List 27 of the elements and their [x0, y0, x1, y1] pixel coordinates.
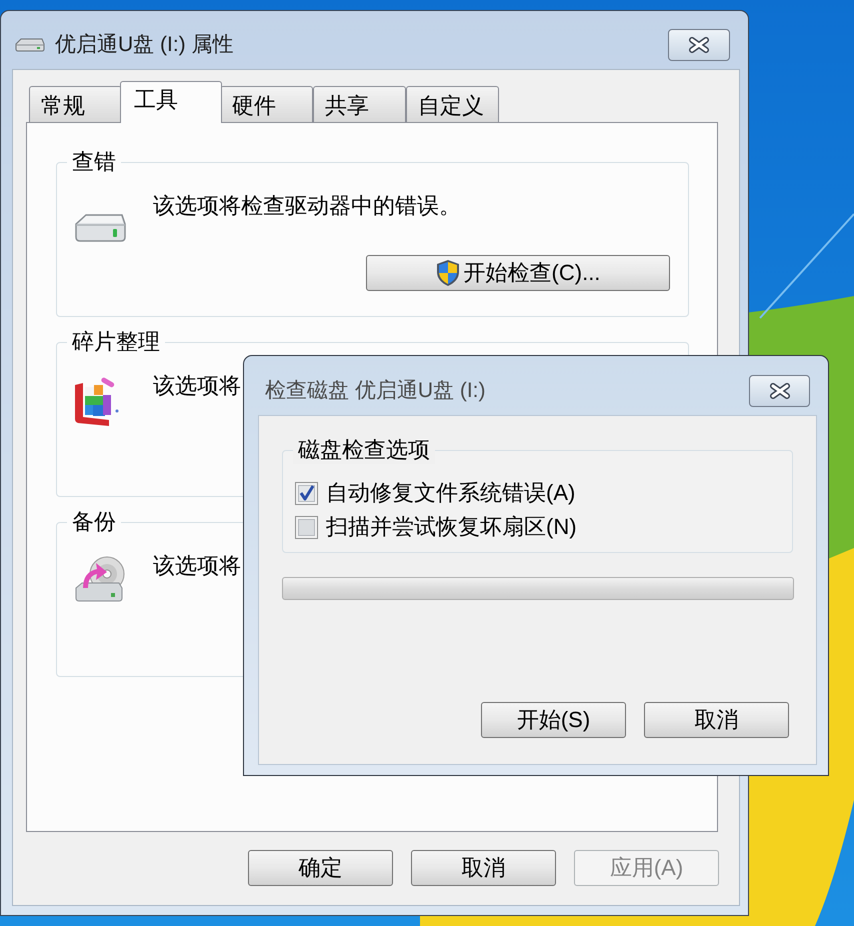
group-description: 该选项将 [153, 552, 241, 580]
window-title: 优启通U盘 (I:) 属性 [55, 32, 234, 58]
tab[interactable]: 常规 [29, 86, 122, 122]
dialog-button[interactable]: 开始(S) [481, 702, 626, 738]
disc-drive-icon [73, 554, 127, 604]
window-title: 检查磁盘 优启通U盘 (I:) [265, 378, 486, 404]
checkbox-label: 扫描并尝试恢复坏扇区(N) [326, 515, 577, 539]
check-now-button[interactable]: 开始检查(C)... [366, 255, 670, 291]
tab[interactable]: 自定义 [406, 86, 499, 122]
tab[interactable]: 工具 [120, 81, 222, 123]
checkbox[interactable] [295, 516, 318, 538]
tab[interactable]: 共享 [313, 86, 406, 122]
group-description: 该选项将 [153, 372, 241, 400]
close-icon [687, 37, 711, 53]
close-button[interactable] [668, 29, 730, 61]
close-icon [768, 383, 792, 399]
group-description: 该选项将检查驱动器中的错误。 [153, 192, 461, 220]
shield-icon [436, 259, 460, 287]
checkbox-label: 自动修复文件系统错误(A) [326, 481, 576, 505]
tab[interactable]: 硬件 [220, 86, 313, 122]
drive-icon [15, 38, 45, 52]
checkbox[interactable] [295, 482, 318, 504]
close-button[interactable] [749, 375, 810, 407]
dialog-button[interactable]: 取消 [644, 702, 789, 738]
dialog-button[interactable]: 确定 [248, 850, 393, 886]
dialog-button[interactable]: 取消 [411, 850, 556, 886]
drive-icon [73, 212, 127, 244]
